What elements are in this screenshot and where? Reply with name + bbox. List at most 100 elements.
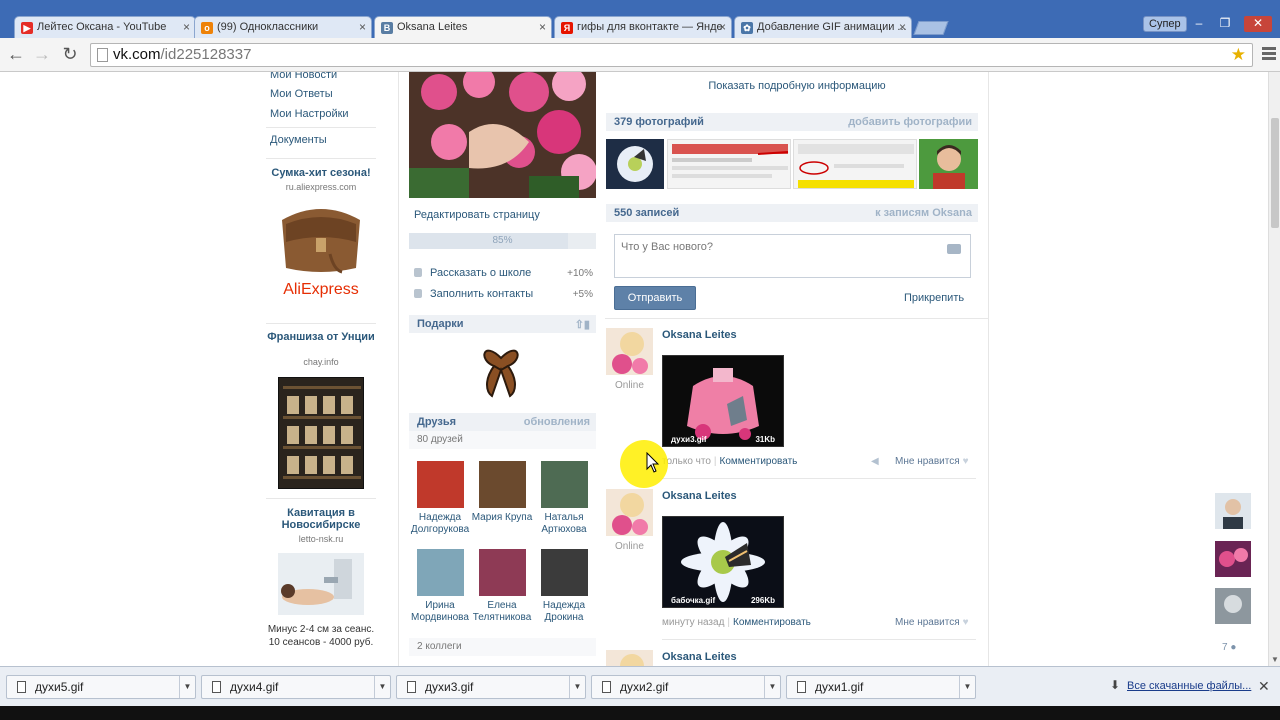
show-info-link[interactable]: Показать подробную информацию <box>605 80 989 92</box>
new-tab-button[interactable] <box>913 21 949 35</box>
bookmark-star-icon[interactable]: ★ <box>1231 45 1246 65</box>
sidebar-item-settings[interactable]: Мои Настройки <box>270 108 349 120</box>
scroll-down-icon[interactable]: ▼ <box>1271 655 1279 664</box>
tab-title: Oksana Leites <box>397 21 468 33</box>
post-author[interactable]: Oksana Leites <box>662 329 737 341</box>
online-friend-avatar[interactable] <box>1215 588 1251 624</box>
comment-link[interactable]: Комментировать <box>720 456 798 467</box>
friend-card[interactable]: Ирина Мордвинова <box>409 549 471 624</box>
download-item[interactable]: духи1.gif ▼ <box>786 675 976 699</box>
photo-thumb[interactable] <box>919 139 978 189</box>
reload-icon[interactable]: ↻ <box>60 45 80 65</box>
camera-icon[interactable] <box>947 244 961 254</box>
post-gif[interactable]: духи3.gif 31Kb <box>662 355 784 447</box>
friend-card[interactable]: Надежда Долгорукова <box>409 461 471 536</box>
download-item[interactable]: духи2.gif ▼ <box>591 675 781 699</box>
back-arrow-icon[interactable]: ← <box>6 45 26 65</box>
post-time[interactable]: минуту назад <box>662 617 724 628</box>
ad-tea-shop-image[interactable] <box>278 377 364 489</box>
to-posts-link[interactable]: к записям Oksana <box>875 207 972 219</box>
posts-header[interactable]: 550 записей к записям Oksana <box>606 204 978 222</box>
close-window-icon[interactable]: ✕ <box>1244 16 1272 32</box>
download-item[interactable]: духи5.gif ▼ <box>6 675 196 699</box>
ad-clinic-image[interactable] <box>278 553 364 615</box>
photo-thumb[interactable] <box>793 139 917 189</box>
attach-link[interactable]: Прикрепить <box>904 292 964 304</box>
post-avatar[interactable] <box>606 489 653 536</box>
edit-page-link[interactable]: Редактировать страницу <box>414 209 540 221</box>
close-icon[interactable]: × <box>183 20 190 34</box>
photo-thumb[interactable] <box>667 139 791 189</box>
task-label: Рассказать о школе <box>430 267 532 279</box>
tab-youtube[interactable]: ▶ Лейтес Оксана - YouTube × <box>14 16 196 38</box>
comment-link[interactable]: Комментировать <box>733 617 811 628</box>
ad-title[interactable]: Кавитация в Новосибирске <box>262 507 380 531</box>
close-icon[interactable]: × <box>899 20 906 34</box>
like-button[interactable]: Мне нравится ♥ <box>895 617 969 628</box>
friend-card[interactable]: Елена Телятникова <box>471 549 533 624</box>
ad-bag-image[interactable] <box>276 202 366 276</box>
page-scrollbar[interactable]: ▼ <box>1268 72 1280 666</box>
chevron-down-icon[interactable]: ▼ <box>179 676 195 698</box>
photos-header[interactable]: 379 фотографий добавить фотографии <box>606 113 978 131</box>
colleagues-count[interactable]: 2 коллеги <box>409 638 596 656</box>
friend-card[interactable]: Надежда Дрокина <box>533 549 595 624</box>
sidebar-item-documents[interactable]: Документы <box>270 134 327 146</box>
send-button[interactable]: Отправить <box>614 286 696 310</box>
friends-count[interactable]: 80 друзей <box>409 431 596 449</box>
share-icon[interactable]: ◀ <box>871 456 879 467</box>
friend-card[interactable]: Наталья Артюхова <box>533 461 595 536</box>
sidebar-item-news[interactable]: Мои Новости <box>270 72 337 81</box>
ad-title[interactable]: Сумка-хит сезона! <box>262 167 380 179</box>
post-avatar[interactable] <box>606 650 653 666</box>
chevron-down-icon[interactable]: ▼ <box>374 676 390 698</box>
file-icon <box>407 681 416 693</box>
close-icon[interactable]: ✕ <box>1258 678 1270 695</box>
online-friend-avatar[interactable] <box>1215 493 1251 529</box>
post-time[interactable]: только что <box>662 456 711 467</box>
menu-icon[interactable] <box>1262 47 1276 62</box>
close-icon[interactable]: × <box>359 20 366 34</box>
task-school[interactable]: Рассказать о школе <box>414 267 531 279</box>
gifts-header[interactable]: Подарки ⇧▮ <box>409 315 596 333</box>
left-sidebar: Мои Новости Мои Ответы Мои Настройки Док… <box>262 72 399 666</box>
profile-button[interactable]: Супер <box>1143 16 1187 32</box>
friend-card[interactable]: Мария Крупа <box>471 461 533 524</box>
avatar <box>540 549 588 596</box>
photo-thumb[interactable] <box>606 139 664 189</box>
post-avatar[interactable] <box>606 328 653 375</box>
download-item[interactable]: духи4.gif ▼ <box>201 675 391 699</box>
chevron-down-icon[interactable]: ▼ <box>959 676 975 698</box>
tab-gif-help[interactable]: ✿ Добавление GIF анимации ... × <box>734 16 912 38</box>
close-icon[interactable]: × <box>719 20 726 34</box>
download-item[interactable]: духи3.gif ▼ <box>396 675 586 699</box>
maximize-icon[interactable]: ❐ <box>1214 16 1236 32</box>
online-count[interactable]: 7 ● <box>1222 642 1236 653</box>
post-gif[interactable]: бабочка.gif 296Kb <box>662 516 784 608</box>
close-icon[interactable]: × <box>539 20 546 34</box>
like-button[interactable]: Мне нравится ♥ <box>895 456 969 467</box>
add-photos-link[interactable]: добавить фотографии <box>848 116 972 128</box>
post-author[interactable]: Oksana Leites <box>662 651 737 663</box>
address-bar[interactable]: vk.com/id225128337 ★ <box>90 43 1253 67</box>
ad-title[interactable]: Франшиза от Унции <box>262 331 380 343</box>
scrollbar-thumb[interactable] <box>1271 118 1279 228</box>
show-all-downloads-link[interactable]: Все скачанные файлы... <box>1127 680 1251 692</box>
forward-arrow-icon[interactable]: → <box>32 45 52 65</box>
chevron-down-icon[interactable]: ▼ <box>569 676 585 698</box>
chevron-down-icon[interactable]: ▼ <box>764 676 780 698</box>
tab-yandex[interactable]: Я гифы для вконтакте — Янде × <box>554 16 732 38</box>
online-friend-avatar[interactable] <box>1215 541 1251 577</box>
friends-header[interactable]: Друзья обновления <box>409 413 596 431</box>
sidebar-item-answers[interactable]: Мои Ответы <box>270 88 333 100</box>
tab-odnoklassniki[interactable]: o (99) Одноклассники × <box>194 16 372 38</box>
post-author[interactable]: Oksana Leites <box>662 490 737 502</box>
profile-photo[interactable] <box>409 72 596 198</box>
minimize-icon[interactable]: – <box>1188 16 1210 32</box>
gift-ribbon[interactable] <box>478 340 524 398</box>
post-composer[interactable]: Что у Вас нового? <box>614 234 971 278</box>
tab-vk-active[interactable]: B Oksana Leites × <box>374 16 552 38</box>
task-contacts[interactable]: Заполнить контакты <box>414 288 533 300</box>
friends-updates-link[interactable]: обновления <box>524 416 590 428</box>
friend-name: Елена Телятникова <box>472 600 532 623</box>
